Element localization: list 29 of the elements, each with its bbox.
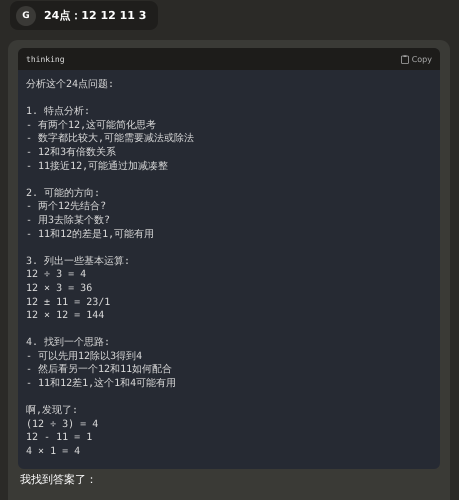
code-line: - 用3去除某个数? bbox=[26, 214, 110, 228]
code-line: 4 × 1 = 4 bbox=[26, 445, 80, 459]
code-line: 分析这个24点问题: bbox=[26, 78, 114, 92]
code-language-label: thinking bbox=[26, 54, 65, 64]
code-line: - 两个12先结合? bbox=[26, 200, 106, 214]
code-line: 12 ÷ 3 = 4 bbox=[26, 268, 86, 282]
code-line: 3. 列出一些基本运算: bbox=[26, 254, 130, 268]
code-line: 12 - 11 = 1 bbox=[26, 431, 92, 446]
copy-button[interactable]: Copy bbox=[400, 54, 432, 64]
user-avatar: G bbox=[16, 6, 36, 26]
code-line: 啊,发现了: bbox=[26, 404, 78, 418]
code-line: - 然后看另一个12和11如何配合 bbox=[26, 363, 172, 378]
code-line: 12 ± 11 = 23/1 bbox=[26, 296, 110, 310]
user-message-text: 24点：12 12 11 3 bbox=[44, 8, 146, 23]
code-line: 4. 找到一个思路: bbox=[26, 336, 110, 350]
code-line: 1. 特点分析: bbox=[26, 105, 90, 119]
code-line: - 可以先用12除以3得到4 bbox=[26, 350, 142, 364]
code-line: - 11和12的差是1,可能有用 bbox=[26, 228, 154, 242]
code-line: - 12和3有倍数关系 bbox=[26, 146, 116, 160]
code-line: 12 × 12 = 144 bbox=[26, 309, 104, 323]
code-line: - 11接近12,可能通过加减凑整 bbox=[26, 160, 168, 174]
clipboard-icon bbox=[400, 54, 409, 64]
code-line: 2. 可能的方向: bbox=[26, 186, 100, 200]
code-line: 12 × 3 = 36 bbox=[26, 282, 92, 296]
answer-text: 我找到答案了： bbox=[20, 472, 98, 486]
code-line: - 有两个12,这可能简化思考 bbox=[26, 118, 156, 132]
code-line: - 11和12差1,这个1和4可能有用 bbox=[26, 377, 176, 391]
code-line: (12 ÷ 3) = 4 bbox=[26, 418, 98, 432]
code-line: - 数字都比较大,可能需要减法或除法 bbox=[26, 132, 194, 146]
